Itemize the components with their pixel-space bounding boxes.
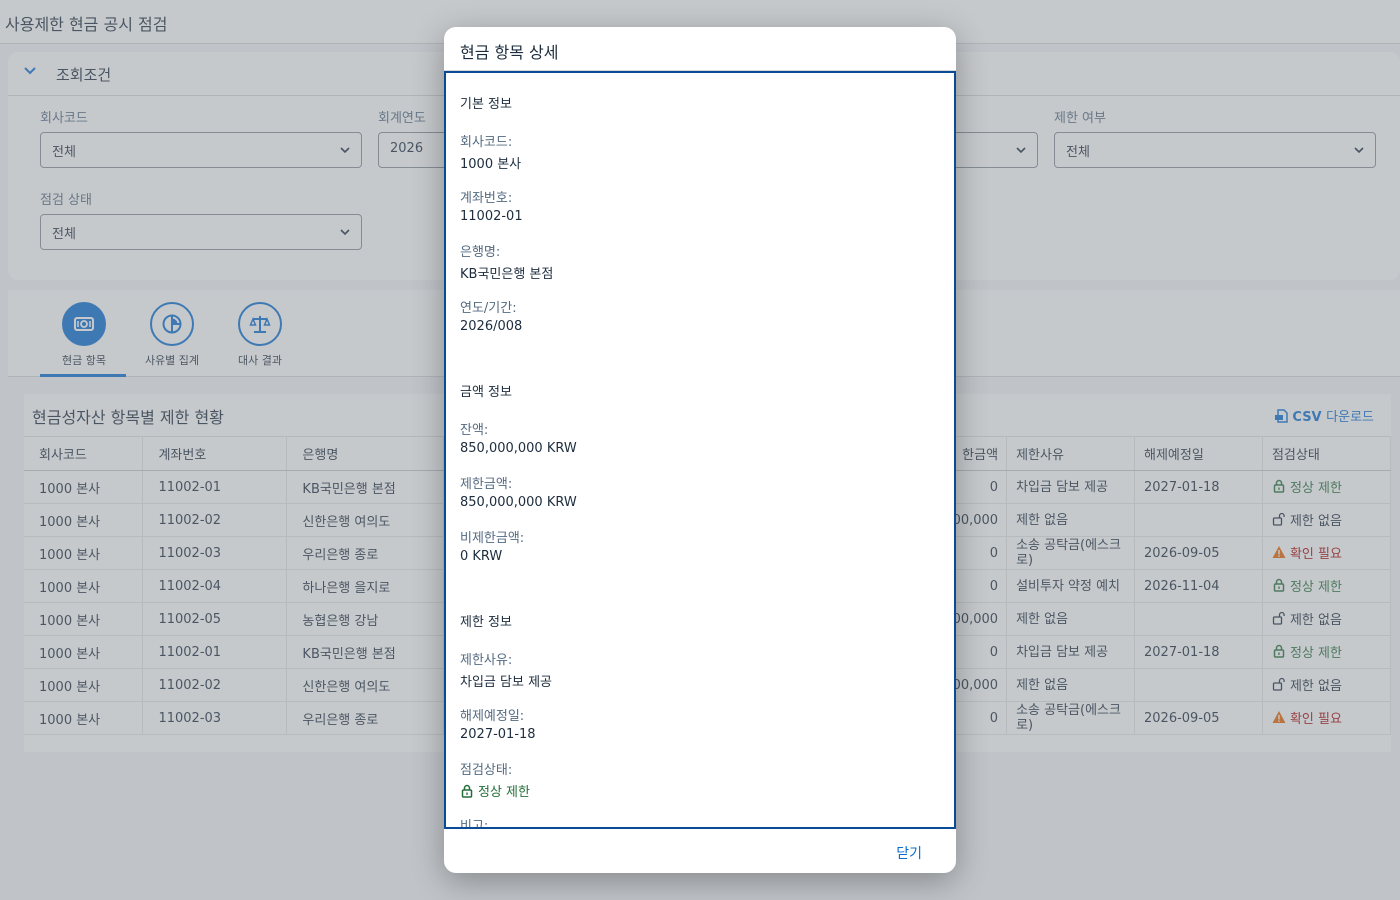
detail-reason-label: 제한사유: (460, 653, 513, 668)
detail-company-label: 회사코드: (460, 135, 513, 150)
detail-account-value: 11002-01 (460, 209, 523, 224)
detail-restricted-value: 850,000,000 KRW (460, 495, 577, 510)
section-basic-info: 기본 정보 (460, 97, 512, 112)
section-amount-info: 금액 정보 (460, 385, 512, 400)
detail-status-label: 점검상태: (460, 763, 513, 778)
section-restriction-info: 제한 정보 (460, 615, 512, 630)
detail-unrestricted-value: 0 KRW (460, 549, 503, 564)
dialog-body[interactable]: 기본 정보 회사코드: 1000 본사 계좌번호: 11002-01 은행명: … (444, 71, 956, 829)
dialog-title: 현금 항목 상세 (460, 43, 559, 62)
detail-company-value: 1000 본사 (460, 157, 522, 172)
detail-period-value: 2026/008 (460, 319, 523, 334)
detail-status-value: 정상 제한 (460, 781, 530, 800)
detail-bank-value: KB국민은행 본점 (460, 267, 554, 282)
detail-release-label: 해제예정일: (460, 709, 525, 724)
detail-restricted-label: 제한금액: (460, 477, 513, 492)
detail-balance-label: 잔액: (460, 423, 489, 438)
detail-release-value: 2027-01-18 (460, 727, 536, 742)
detail-unrestricted-label: 비제한금액: (460, 531, 525, 546)
detail-reason-value: 차입금 담보 제공 (460, 675, 552, 690)
detail-status-text: 정상 제한 (478, 785, 530, 800)
detail-period-label: 연도/기간: (460, 301, 517, 316)
dialog-header: 현금 항목 상세 (444, 27, 956, 71)
detail-balance-value: 850,000,000 KRW (460, 441, 577, 456)
detail-account-label: 계좌번호: (460, 191, 513, 206)
cash-item-detail-dialog: 현금 항목 상세 기본 정보 회사코드: 1000 본사 계좌번호: 11002… (444, 27, 956, 873)
lock-icon (461, 784, 473, 798)
detail-note-label: 비고: (460, 819, 489, 829)
close-button[interactable]: 닫기 (896, 843, 922, 863)
detail-bank-label: 은행명: (460, 245, 501, 260)
dialog-footer: 닫기 (444, 829, 956, 873)
